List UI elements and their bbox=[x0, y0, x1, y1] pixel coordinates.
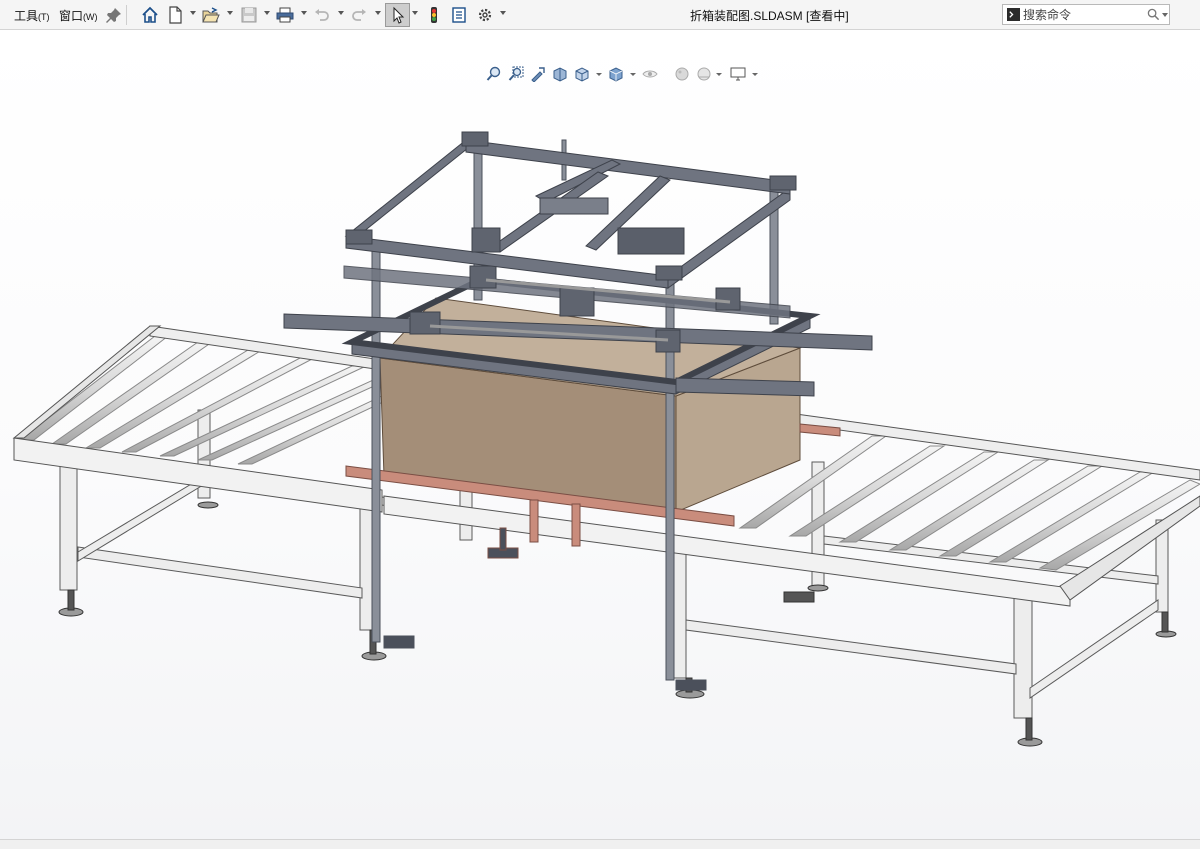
undo-button[interactable] bbox=[311, 4, 333, 26]
select-icon bbox=[393, 6, 404, 24]
display-style-button[interactable] bbox=[608, 64, 624, 84]
pin-icon bbox=[106, 8, 121, 23]
zoom-to-area-icon bbox=[508, 66, 524, 81]
redo-button[interactable] bbox=[348, 4, 370, 26]
print-button[interactable] bbox=[274, 4, 296, 26]
display-style-icon bbox=[609, 67, 623, 82]
select-dropdown[interactable] bbox=[412, 11, 418, 15]
view-orientation-icon bbox=[575, 67, 589, 82]
save-button[interactable] bbox=[238, 4, 260, 26]
display-style-dropdown[interactable] bbox=[630, 73, 636, 76]
hide-show-items-icon bbox=[642, 70, 658, 78]
apply-scene-icon bbox=[697, 67, 711, 81]
hide-show-items-button[interactable] bbox=[642, 64, 658, 84]
rebuild-icon bbox=[431, 7, 437, 23]
section-view-button[interactable] bbox=[552, 64, 568, 84]
left-conveyor-feet bbox=[58, 501, 387, 661]
zoom-to-fit-icon bbox=[486, 66, 501, 81]
file-properties-icon bbox=[452, 7, 466, 23]
search-input[interactable] bbox=[1023, 6, 1143, 23]
toolbar-separator bbox=[126, 5, 127, 25]
menu-window[interactable]: 窗口(W) bbox=[59, 7, 98, 24]
options-button[interactable] bbox=[474, 4, 496, 26]
home-button[interactable] bbox=[139, 4, 161, 26]
options-icon bbox=[478, 8, 492, 22]
title-bar: 工具(T) 窗口(W) 折箱装配图.SLDASM [查看中] 搜索命令 bbox=[0, 0, 1200, 30]
view-orientation-dropdown[interactable] bbox=[596, 73, 602, 76]
zoom-to-area-button[interactable] bbox=[508, 64, 524, 84]
upper-frame bbox=[344, 131, 797, 289]
new-document-icon bbox=[169, 6, 182, 24]
zoom-to-fit-button[interactable] bbox=[486, 64, 502, 84]
save-icon bbox=[241, 7, 257, 23]
open-icon bbox=[202, 7, 220, 23]
right-conveyor-front-rail bbox=[383, 495, 1071, 607]
search-options-dropdown[interactable] bbox=[1162, 13, 1168, 17]
search-box[interactable] bbox=[1002, 4, 1170, 25]
open-button[interactable] bbox=[200, 4, 222, 26]
open-dropdown[interactable] bbox=[227, 11, 233, 15]
document-title: 折箱装配图.SLDASM [查看中] bbox=[690, 9, 849, 23]
menu-window-key: (W) bbox=[83, 12, 98, 22]
save-dropdown[interactable] bbox=[264, 11, 270, 15]
menu-tools-key: (T) bbox=[38, 12, 50, 22]
right-conveyor-feet bbox=[675, 584, 1177, 747]
home-icon bbox=[142, 6, 158, 23]
graphics-area[interactable] bbox=[0, 30, 1200, 839]
new-document-dropdown[interactable] bbox=[190, 11, 196, 15]
status-bar bbox=[0, 839, 1200, 849]
menu-tools-label: 工具 bbox=[14, 9, 39, 23]
view-settings-dropdown[interactable] bbox=[752, 73, 758, 76]
new-document-button[interactable] bbox=[164, 4, 186, 26]
command-prompt-icon bbox=[1007, 8, 1020, 21]
section-view-icon bbox=[553, 67, 567, 82]
rebuild-button[interactable] bbox=[423, 4, 445, 26]
apply-scene-dropdown[interactable] bbox=[716, 73, 722, 76]
search-icon[interactable] bbox=[1147, 8, 1160, 21]
view-settings-icon bbox=[730, 67, 746, 81]
view-orientation-button[interactable] bbox=[574, 64, 590, 84]
undo-icon bbox=[315, 9, 329, 21]
previous-view-icon bbox=[531, 67, 545, 82]
file-properties-button[interactable] bbox=[448, 4, 470, 26]
redo-icon bbox=[352, 9, 366, 21]
left-conveyor-back-rail bbox=[149, 325, 383, 371]
edit-appearance-button[interactable] bbox=[674, 64, 690, 84]
print-dropdown[interactable] bbox=[301, 11, 307, 15]
previous-view-button[interactable] bbox=[530, 64, 546, 84]
view-settings-button[interactable] bbox=[730, 64, 746, 84]
pin-menu-button[interactable] bbox=[103, 4, 125, 26]
print-icon bbox=[276, 7, 294, 23]
edit-appearance-icon bbox=[675, 67, 689, 81]
apply-scene-button[interactable] bbox=[696, 64, 712, 84]
select-button[interactable] bbox=[385, 3, 410, 27]
menu-tools[interactable]: 工具(T) bbox=[14, 7, 50, 24]
options-dropdown[interactable] bbox=[500, 11, 506, 15]
redo-dropdown[interactable] bbox=[375, 11, 381, 15]
menu-window-label: 窗口 bbox=[59, 9, 84, 23]
assembly-model-view[interactable] bbox=[0, 30, 1200, 839]
undo-dropdown[interactable] bbox=[338, 11, 344, 15]
